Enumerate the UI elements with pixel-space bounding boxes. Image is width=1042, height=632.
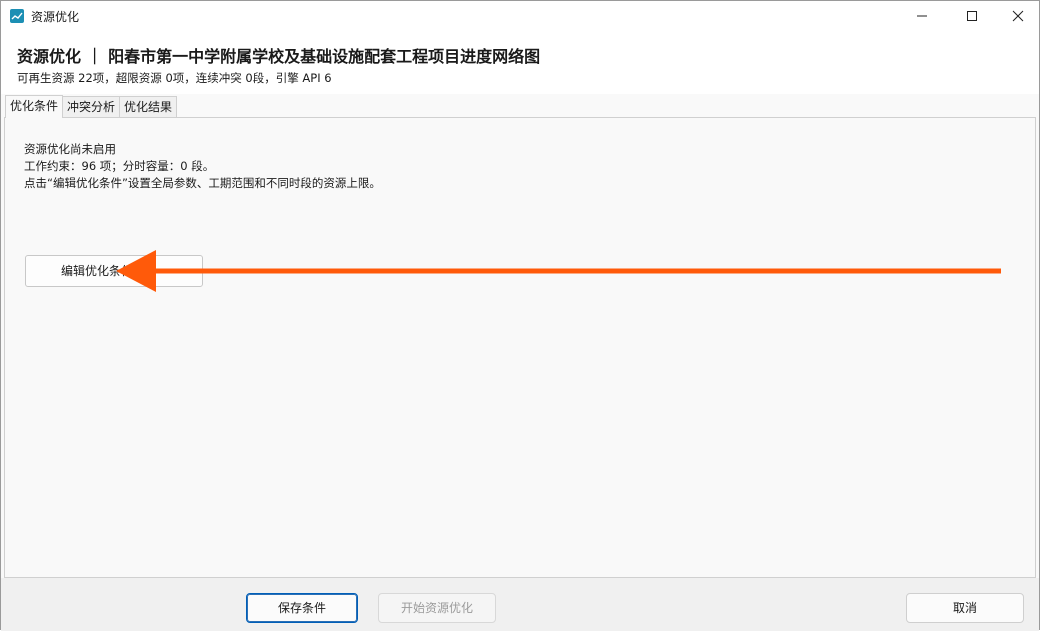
conditions-panel: 资源优化尚未启用 工作约束：96 项；分时容量：0 段。 点击“编辑优化条件”设… [4, 117, 1036, 578]
constraint-summary-text: 工作约束：96 项；分时容量：0 段。 [24, 159, 215, 173]
minimize-icon [917, 15, 927, 17]
window-title: 资源优化 [31, 10, 80, 24]
close-icon [1012, 10, 1024, 22]
app-chart-icon [10, 9, 24, 23]
close-button[interactable] [995, 1, 1041, 31]
save-conditions-button[interactable]: 保存条件 [246, 593, 358, 623]
dialog-footer: 保存条件 开始资源优化 取消 [1, 578, 1039, 631]
maximize-icon [967, 11, 977, 21]
tab-strip: 优化条件 冲突分析 优化结果 [5, 95, 178, 118]
maximize-button[interactable] [949, 1, 995, 31]
resource-optimization-window: 资源优化 资源优化 ｜ 阳春市第一中学附属学校及基础设施配套工程项目进度网络图 … [0, 0, 1040, 631]
optimization-status-text: 资源优化尚未启用 [24, 142, 116, 156]
edit-hint-text: 点击“编辑优化条件”设置全局参数、工期范围和不同时段的资源上限。 [24, 176, 381, 190]
title-bar[interactable]: 资源优化 [1, 1, 1039, 31]
page-title: 资源优化 ｜ 阳春市第一中学附属学校及基础设施配套工程项目进度网络图 [17, 47, 541, 66]
tab-optimization-conditions[interactable]: 优化条件 [5, 95, 64, 118]
annotation-arrow [116, 250, 1001, 292]
resource-summary: 可再生资源 22项，超限资源 0项，连续冲突 0段，引擎 API 6 [17, 71, 332, 85]
tab-conflict-analysis[interactable]: 冲突分析 [62, 96, 121, 117]
minimize-button[interactable] [899, 1, 945, 31]
dialog-header: 资源优化 ｜ 阳春市第一中学附属学校及基础设施配套工程项目进度网络图 可再生资源… [1, 31, 1039, 94]
cancel-button[interactable]: 取消 [906, 593, 1024, 623]
start-optimization-button[interactable]: 开始资源优化 [378, 593, 496, 623]
tab-optimization-results[interactable]: 优化结果 [119, 96, 178, 117]
